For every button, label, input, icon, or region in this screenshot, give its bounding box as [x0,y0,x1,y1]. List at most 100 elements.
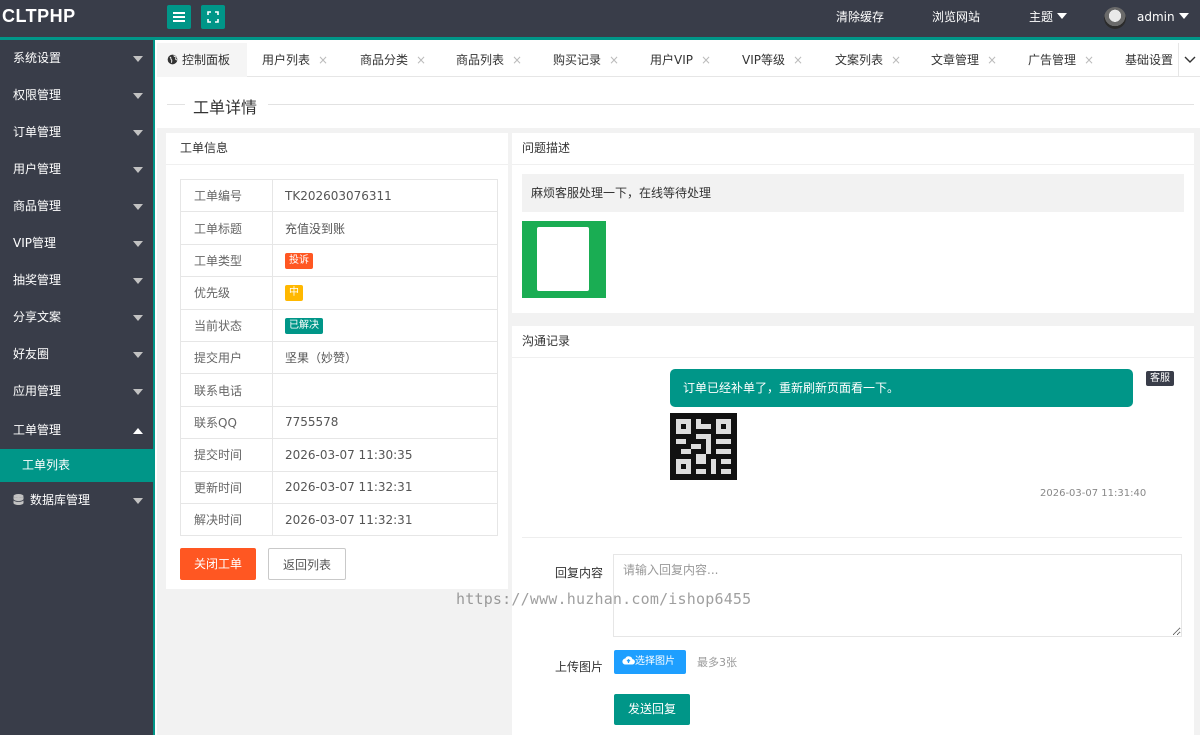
tab-product-list[interactable]: 商品列表 × [456,43,522,77]
problem-panel: 问题描述 [512,133,1194,313]
upload-tip: 最多3张 [697,656,737,669]
sidebar-item-products[interactable]: 商品管理 [0,188,153,225]
tab-user-vip[interactable]: 用户VIP × [650,43,711,77]
sidebar-item-permission[interactable]: 权限管理 [0,77,153,114]
tab-label: 商品列表 [456,53,505,67]
field-label: 提交时间 [180,438,273,472]
tab-vip-level[interactable]: VIP等级 × [742,43,803,77]
tab-article-management[interactable]: 文章管理 × [931,43,997,77]
sidebar-item-label: 应用管理 [13,384,62,398]
attachment-card [537,227,589,291]
reply-content-label: 回复内容 [555,566,604,580]
chevron-down-icon [1184,56,1195,63]
tab-user-list[interactable]: 用户列表 × [262,43,328,77]
user-menu[interactable]: admin [1137,0,1189,37]
sidebar-subitem-ticket-list[interactable]: 工单列表 [0,449,153,482]
table-row: 工单类型 投诉 [180,243,498,278]
close-icon[interactable]: × [318,53,328,67]
status-badge: 已解决 [285,317,323,334]
sidebar-item-vip[interactable]: VIP管理 [0,225,153,262]
sidebar-item-label: VIP管理 [13,236,56,250]
theme-menu[interactable]: 主题 [1029,0,1068,37]
close-icon[interactable]: × [793,53,803,67]
ticket-info-table: 工单编号 TK202603076311 工单标题 充值没到账 工单类型 投诉 优先级中… [180,178,498,537]
sidebar-item-system[interactable]: 系统设置 [0,40,153,77]
cloud-upload-icon [622,656,635,665]
close-ticket-button[interactable]: 关闭工单 [180,548,256,580]
field-label: 工单类型 [180,243,273,278]
table-row: 提交时间 2026-03-07 11:30:35 [180,438,498,472]
tabs-more-button[interactable] [1178,43,1200,77]
tab-purchase-records[interactable]: 购买记录 × [553,43,619,77]
ticket-title: 充值没到账 [272,211,498,245]
caret-up-icon [133,428,143,434]
browse-site-link[interactable]: 浏览网站 [932,0,980,37]
sidebar-item-label: 分享文案 [13,310,62,324]
close-icon[interactable]: × [891,53,901,67]
problem-text: 麻烦客服处理一下，在线等待处理 [522,174,1184,212]
message-bubble: 订单已经补单了，重新刷新页面看一下。 [670,369,1133,407]
watermark: https://www.huzhan.com/ishop6455 [456,590,752,608]
attachment-image[interactable] [522,221,606,298]
communication-heading: 沟通记录 [512,326,1194,358]
caret-down-icon [133,352,143,358]
sidebar-item-apps[interactable]: 应用管理 [0,373,153,410]
back-to-list-button[interactable]: 返回列表 [268,548,346,580]
sidebar-item-share-copy[interactable]: 分享文案 [0,299,153,336]
field-label: 工单编号 [180,178,273,213]
field-label: 工单标题 [180,211,273,245]
field-label: 当前状态 [180,308,273,342]
sidebar-item-orders[interactable]: 订单管理 [0,114,153,151]
clear-cache-link[interactable]: 清除缓存 [836,0,884,37]
choose-image-button[interactable]: 选择图片 [614,650,686,674]
close-icon[interactable]: × [609,53,619,67]
legend-line-right [268,104,1194,105]
avatar[interactable] [1104,7,1126,29]
qr-code-icon [676,419,731,474]
qr-code-image[interactable] [670,413,737,480]
sidebar-item-friends[interactable]: 好友圈 [0,336,153,373]
tab-label: 基础设置 [1125,53,1174,67]
field-label: 优先级 [180,276,273,310]
table-row: 工单编号 TK202603076311 [180,178,498,213]
sidebar-item-label: 工单管理 [13,423,62,437]
tab-label: 控制面板 [182,53,231,67]
sidebar-item-database[interactable]: 数据库管理 [0,482,153,519]
problem-heading: 问题描述 [512,133,1194,165]
close-icon[interactable]: × [701,53,711,67]
field-label: 联系电话 [180,373,273,407]
tab-product-category[interactable]: 商品分类 × [360,43,426,77]
send-reply-button[interactable]: 发送回复 [614,694,690,725]
close-icon[interactable]: × [416,53,426,67]
tab-dashboard[interactable]: 控制面板 [157,43,247,77]
sidebar-item-lottery[interactable]: 抽奖管理 [0,262,153,299]
tab-basic-settings[interactable]: 基础设置 [1125,43,1173,77]
tab-ad-management[interactable]: 广告管理 × [1028,43,1094,77]
close-icon[interactable]: × [987,53,997,67]
sidebar-item-label: 用户管理 [13,162,62,176]
table-row: 联系电话 [180,373,498,407]
caret-down-icon [133,93,143,99]
chevron-down-icon [1057,13,1068,19]
fullscreen-icon [207,11,219,23]
divider [522,537,1182,538]
tab-label: 用户VIP [650,53,693,67]
sidebar-item-tickets[interactable]: 工单管理 [0,412,153,449]
tab-label: 广告管理 [1028,53,1077,67]
field-label: 联系QQ [180,405,273,440]
close-icon[interactable]: × [1084,53,1094,67]
sidebar-item-users[interactable]: 用户管理 [0,151,153,188]
table-row: 联系QQ 7755578 [180,405,498,440]
upload-image-label: 上传图片 [555,660,604,674]
fullscreen-button[interactable] [201,5,225,29]
update-time: 2026-03-07 11:32:31 [272,470,498,504]
field-label: 解决时间 [180,502,273,537]
menu-toggle-button[interactable] [167,5,191,29]
message-time: 2026-03-07 11:31:40 [1040,488,1147,499]
table-row: 提交用户 坚果（妙赞） [180,340,498,375]
app-logo[interactable]: CLTPHP [2,6,76,27]
tab-label: 用户列表 [262,53,311,67]
sidebar-item-label: 权限管理 [13,88,62,102]
tab-copy-list[interactable]: 文案列表 × [835,43,901,77]
close-icon[interactable]: × [512,53,522,67]
